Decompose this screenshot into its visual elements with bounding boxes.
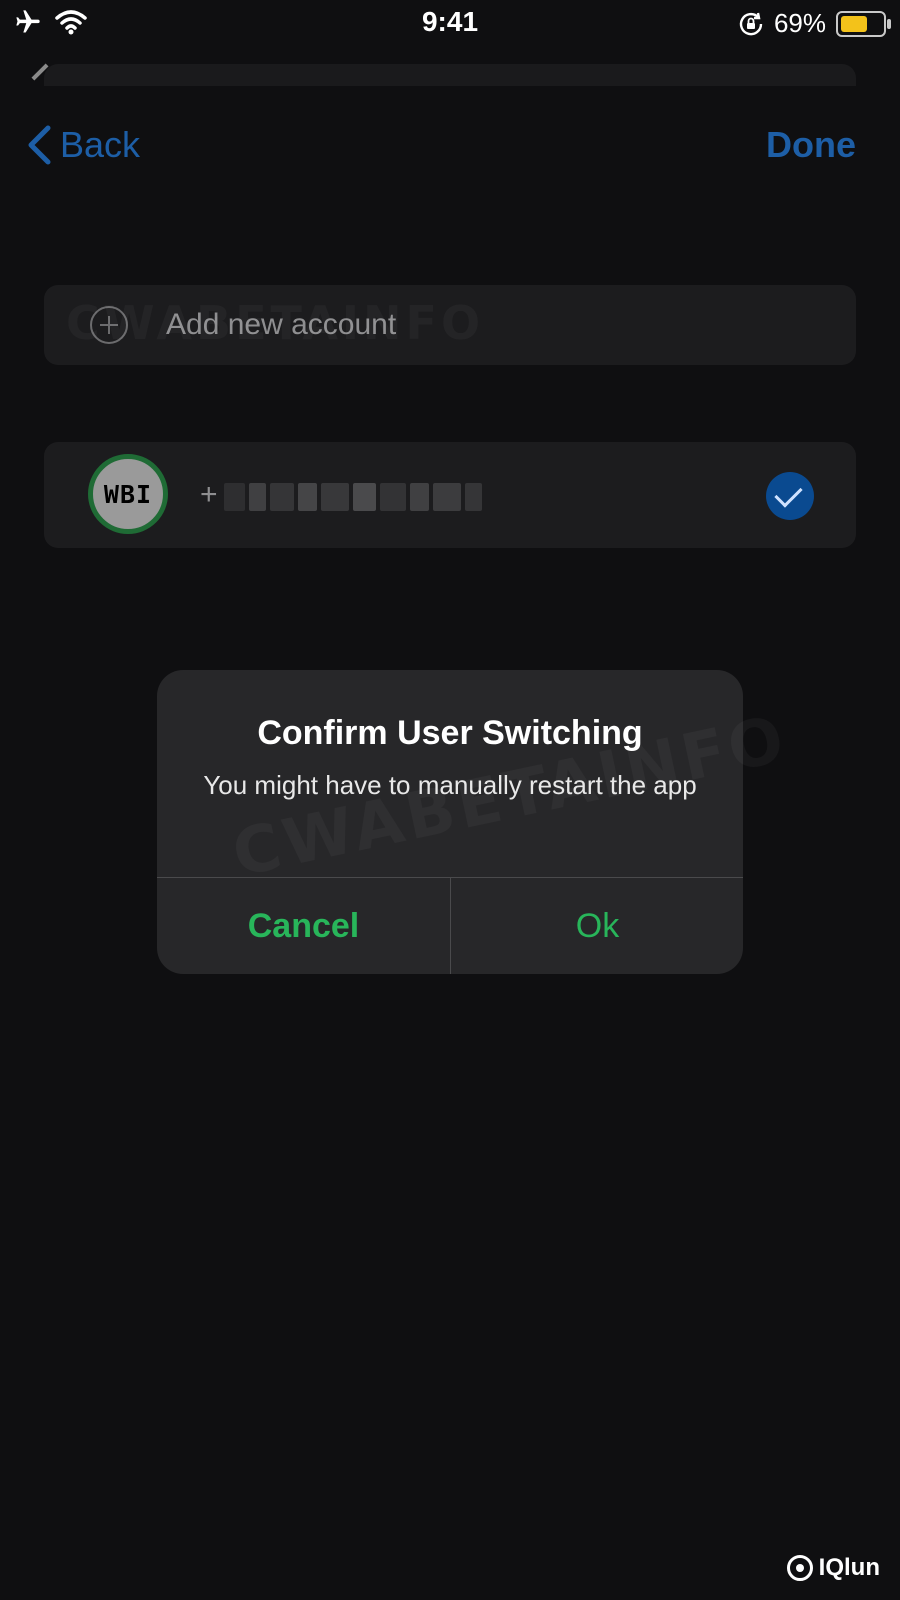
ok-button[interactable]: Ok (451, 878, 743, 974)
account-row[interactable]: WBI + (44, 442, 856, 548)
brand-logo: IQlun (786, 1554, 880, 1582)
battery-percent: 69% (773, 8, 826, 38)
done-button[interactable]: Done (766, 124, 856, 166)
screen: 9:41 69% Back Done Add new account CWA (0, 0, 900, 1600)
brand-name: IQlun (818, 1554, 880, 1581)
status-bar: 9:41 69% (0, 0, 900, 48)
add-account-label: Add new account (166, 308, 397, 341)
avatar-text: WBI (103, 479, 153, 509)
orientation-lock-icon (739, 12, 763, 35)
phone-number-redacted (224, 480, 482, 514)
phone-prefix: + (200, 478, 218, 511)
avatar: WBI (88, 454, 168, 534)
cancel-button[interactable]: Cancel (157, 878, 450, 974)
chevron-left-icon (28, 125, 51, 165)
battery-fill (841, 15, 868, 32)
brand-logo-icon (786, 1555, 813, 1581)
alert-title: Confirm User Switching (257, 714, 643, 752)
add-circle-icon (90, 306, 128, 344)
back-label: Back (60, 124, 141, 165)
back-button[interactable]: Back (26, 124, 140, 166)
battery-icon (836, 10, 891, 37)
sheet-lip (44, 64, 856, 86)
status-right: 69% (738, 8, 891, 39)
checkmark-icon (766, 472, 814, 520)
confirm-alert: Confirm User Switching You might have to… (157, 670, 743, 974)
battery-nub (887, 18, 891, 29)
add-account-row[interactable]: Add new account (44, 285, 856, 365)
alert-message: You might have to manually restart the a… (203, 770, 697, 800)
